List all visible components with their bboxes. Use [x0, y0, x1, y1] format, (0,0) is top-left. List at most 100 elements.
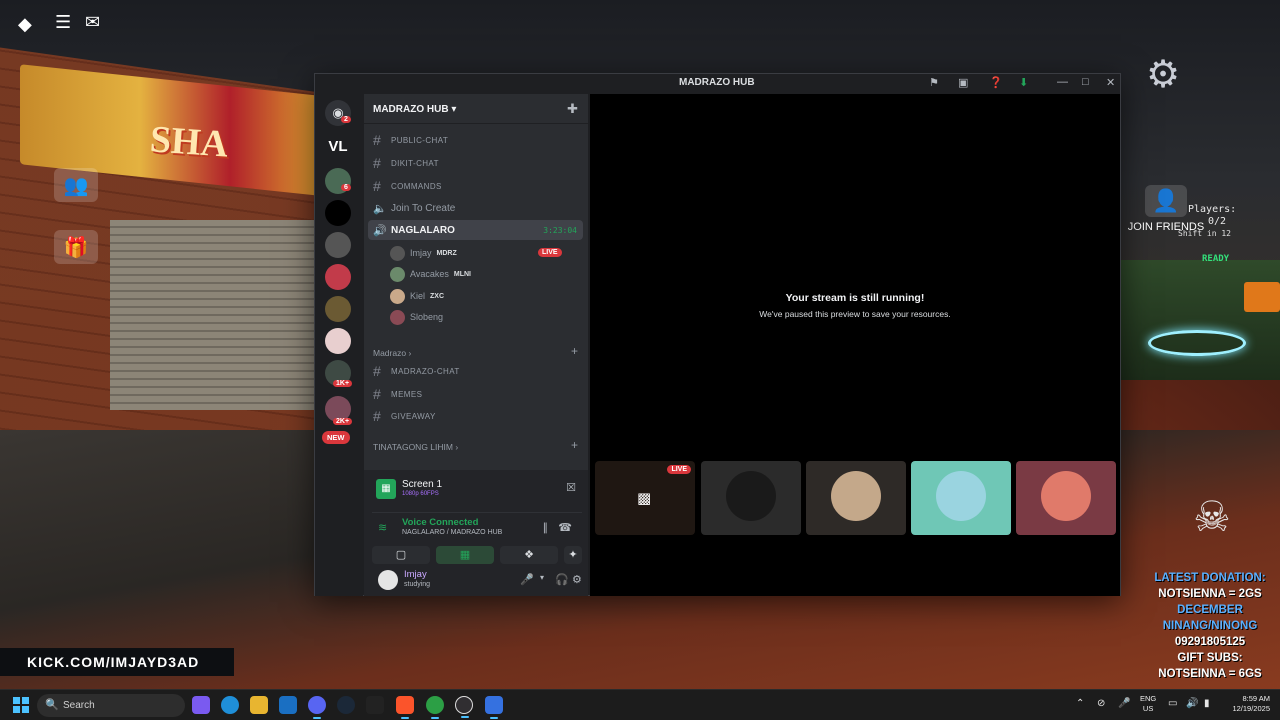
download-icon[interactable]: ⬇ — [1019, 76, 1028, 89]
avatar — [726, 471, 776, 521]
channel-label: MADRAZO-CHAT — [391, 366, 460, 376]
participant-tile[interactable] — [806, 461, 906, 535]
noise-suppression-icon[interactable]: ∥ — [543, 521, 549, 534]
copilot-icon[interactable] — [192, 696, 210, 714]
voice-user[interactable]: Avacakes MLNI — [390, 264, 580, 284]
microphone-icon[interactable]: 🎤 — [1118, 698, 1130, 709]
obs-icon[interactable] — [455, 696, 473, 718]
roblox-icon[interactable] — [485, 696, 503, 719]
players-count: 0/2 — [1208, 216, 1227, 227]
participant-tile[interactable] — [1016, 461, 1116, 535]
voice-connected-sub[interactable]: NAGLALARO / MADRAZO HUB — [402, 529, 502, 536]
network-off-icon[interactable]: ⊘ — [1097, 698, 1105, 709]
channel-giveaway[interactable]: # GIVEAWAY — [368, 406, 583, 426]
flag-icon[interactable]: ⚑ — [929, 76, 939, 89]
channel-label: PUBLIC-CHAT — [391, 135, 449, 145]
invite-icon[interactable]: ✚ — [567, 101, 578, 117]
file-explorer-icon[interactable] — [250, 696, 268, 714]
hamburger-icon[interactable]: ☰ — [55, 12, 71, 33]
discord-window: MADRAZO HUB ⚑ ▣ ❓ ⬇ — □ ✕ ◉ 2 VL 6 1K+ 2… — [314, 73, 1121, 596]
disconnect-icon[interactable]: ☎ — [558, 521, 572, 534]
help-icon[interactable]: ❓ — [989, 76, 1003, 89]
hash-icon: # — [373, 363, 381, 379]
players-label: Players: — [1188, 204, 1237, 215]
stream-name: Screen 1 — [402, 479, 443, 490]
participant-tile[interactable] — [911, 461, 1011, 535]
server-icon-6[interactable] — [325, 296, 351, 322]
channel-memes[interactable]: # MEMES — [368, 384, 583, 404]
stream-quality: 1080p 60FPS — [402, 491, 439, 497]
minimize-icon[interactable]: — — [1057, 76, 1068, 88]
glowing-ring — [1148, 330, 1246, 356]
vl-server-icon[interactable]: VL — [325, 134, 351, 160]
donation-line: GIFT SUBS: — [1177, 652, 1243, 664]
channel-madrazo-chat[interactable]: # MADRAZO-CHAT — [368, 361, 583, 381]
channel-dikit-chat[interactable]: # DIKIT-CHAT — [368, 153, 583, 173]
camera-off-button[interactable]: ▢ — [372, 546, 430, 564]
server-icon-4[interactable] — [325, 232, 351, 258]
server-icon-3[interactable] — [325, 200, 351, 226]
participant-tile[interactable]: ▩ LIVE — [595, 461, 695, 535]
clock[interactable]: 8:59 AM 12/19/2025 — [1222, 694, 1270, 714]
taskbar: 🔍 Search ⌃ ⊘ 🎤 ENG US ▭ 🔊 ▮ 8:59 AM 12/1… — [0, 689, 1280, 720]
outlook-icon[interactable] — [279, 696, 297, 714]
server-icon-5[interactable] — [325, 264, 351, 290]
maximize-icon[interactable]: □ — [1082, 76, 1089, 88]
voice-user[interactable]: Imjay MDRZ LIVE — [390, 243, 580, 263]
user-panel[interactable]: Imjay studying 🎤 ▾ 🎧 ⚙ — [372, 566, 582, 594]
chat-icon[interactable]: ✉ — [85, 12, 100, 33]
discord-icon[interactable] — [308, 696, 326, 719]
server-header[interactable]: MADRAZO HUB ▾ ✚ — [364, 94, 588, 124]
add-channel-icon[interactable]: + — [571, 344, 578, 358]
chevron-down-icon[interactable]: ▾ — [540, 573, 544, 582]
language-indicator[interactable]: ENG US — [1140, 694, 1156, 714]
roblox-menu-icon[interactable]: ◆ — [18, 14, 32, 35]
lang-line1: ENG — [1140, 694, 1157, 703]
display-icon[interactable]: ▭ — [1168, 698, 1177, 709]
add-channel-icon[interactable]: + — [571, 438, 578, 452]
clock-date: 12/19/2025 — [1232, 704, 1270, 713]
battery-icon[interactable]: ▮ — [1204, 698, 1210, 709]
volume-icon[interactable]: 🔊 — [1186, 698, 1198, 709]
brave-icon[interactable] — [396, 696, 414, 719]
app-icon[interactable] — [366, 696, 384, 714]
channel-join-to-create[interactable]: 🔈 Join To Create — [368, 198, 583, 218]
chrome-icon[interactable] — [426, 696, 444, 719]
windows-start-icon[interactable] — [13, 697, 29, 713]
soundboard-icon: ✦ — [568, 549, 578, 561]
soundboard-button[interactable]: ✦ — [564, 546, 582, 564]
category-madrazo[interactable]: Madrazo › — [373, 348, 411, 358]
donation-line: 09291805125 — [1174, 636, 1246, 648]
donation-line: DECEMBER — [1177, 604, 1243, 616]
inbox-icon[interactable]: ▣ — [958, 76, 968, 89]
players-counter: Players: 0/2 — [1188, 204, 1236, 228]
settings-icon[interactable]: ⚙ — [572, 573, 582, 586]
voice-user[interactable]: Slobeng — [390, 307, 580, 327]
taskbar-search[interactable]: 🔍 Search — [37, 694, 185, 717]
gift-button[interactable]: 🎁 — [54, 230, 98, 264]
stop-stream-icon[interactable]: ☒ — [566, 481, 576, 494]
edge-icon[interactable] — [221, 696, 239, 714]
friends-button[interactable]: 👥 — [54, 168, 98, 202]
participant-tile[interactable] — [701, 461, 801, 535]
voice-user[interactable]: Kiel ZXC — [390, 286, 580, 306]
server-icon-7[interactable] — [325, 328, 351, 354]
lang-line2: US — [1142, 704, 1154, 713]
category-hidden[interactable]: TINATAGONG LIHIM › — [373, 442, 458, 452]
close-icon[interactable]: ✕ — [1106, 76, 1115, 89]
channel-commands[interactable]: # COMMANDS — [368, 176, 583, 196]
microphone-icon[interactable]: 🎤 — [520, 573, 534, 586]
live-badge: LIVE — [667, 465, 691, 474]
new-badge: NEW — [322, 431, 350, 444]
screen-share-button[interactable]: ▦ — [436, 546, 494, 564]
user-tag: MDRZ — [436, 249, 457, 257]
channel-naglalaro[interactable]: 🔊 NAGLALARO 3:23:04 — [368, 220, 583, 240]
activities-button[interactable]: ❖ — [500, 546, 558, 564]
headphones-icon[interactable]: 🎧 — [555, 573, 569, 586]
channel-public-chat[interactable]: # PUBLIC-CHAT — [368, 130, 583, 150]
steam-icon[interactable] — [337, 696, 355, 714]
chevron-up-icon[interactable]: ⌃ — [1076, 698, 1084, 709]
settings-gear-icon[interactable]: ⚙ — [1146, 52, 1180, 97]
avatar — [390, 288, 405, 304]
channel-label: Join To Create — [391, 202, 456, 214]
